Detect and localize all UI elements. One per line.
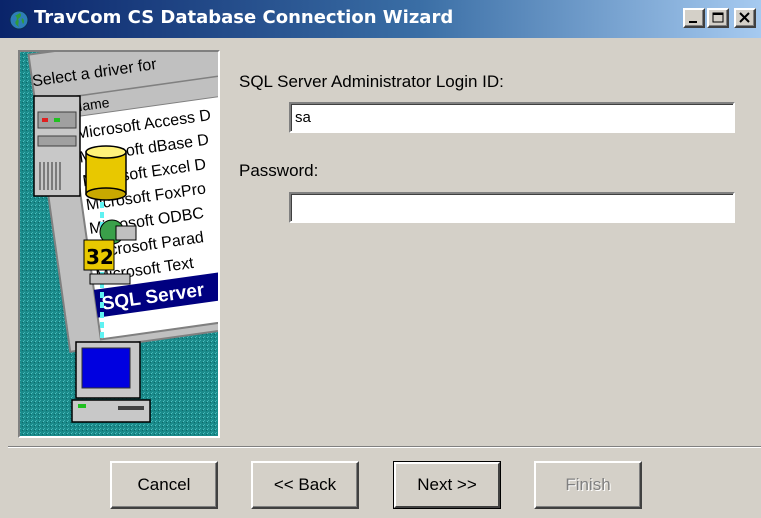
odbc-illustration: Select a driver for Name Microsoft Acces… xyxy=(20,52,218,436)
wizard-illustration: Select a driver for Name Microsoft Acces… xyxy=(18,50,220,438)
wizard-window: TravCom CS Database Connection Wizard Se… xyxy=(0,0,761,518)
window-title: TravCom CS Database Connection Wizard xyxy=(34,7,454,28)
password-input[interactable] xyxy=(289,192,735,223)
minimize-icon xyxy=(689,21,697,23)
next-button-label: Next >> xyxy=(417,475,477,494)
database-icon xyxy=(85,145,127,201)
close-button[interactable] xyxy=(734,8,756,28)
server-icon xyxy=(33,95,81,197)
login-id-label: SQL Server Administrator Login ID: xyxy=(239,72,504,91)
finish-button-label: Finish xyxy=(565,475,611,494)
back-button-label: << Back xyxy=(273,475,337,494)
minimize-button[interactable] xyxy=(683,8,705,28)
cancel-button-label: Cancel xyxy=(137,475,191,494)
finish-button[interactable]: Finish xyxy=(534,461,642,509)
badge-label: 32 xyxy=(86,245,114,269)
back-button[interactable]: << Back xyxy=(251,461,359,509)
password-label: Password: xyxy=(239,161,319,180)
cancel-button[interactable]: Cancel xyxy=(110,461,218,509)
login-id-input[interactable] xyxy=(289,102,735,133)
computer-icon xyxy=(71,341,151,423)
title-bar[interactable]: TravCom CS Database Connection Wizard xyxy=(0,0,761,38)
maximize-icon xyxy=(712,12,724,23)
globe-icon xyxy=(9,10,29,30)
maximize-button[interactable] xyxy=(707,8,729,28)
close-icon xyxy=(739,12,750,23)
next-button[interactable]: Next >> xyxy=(393,461,501,509)
separator-highlight xyxy=(8,447,761,448)
